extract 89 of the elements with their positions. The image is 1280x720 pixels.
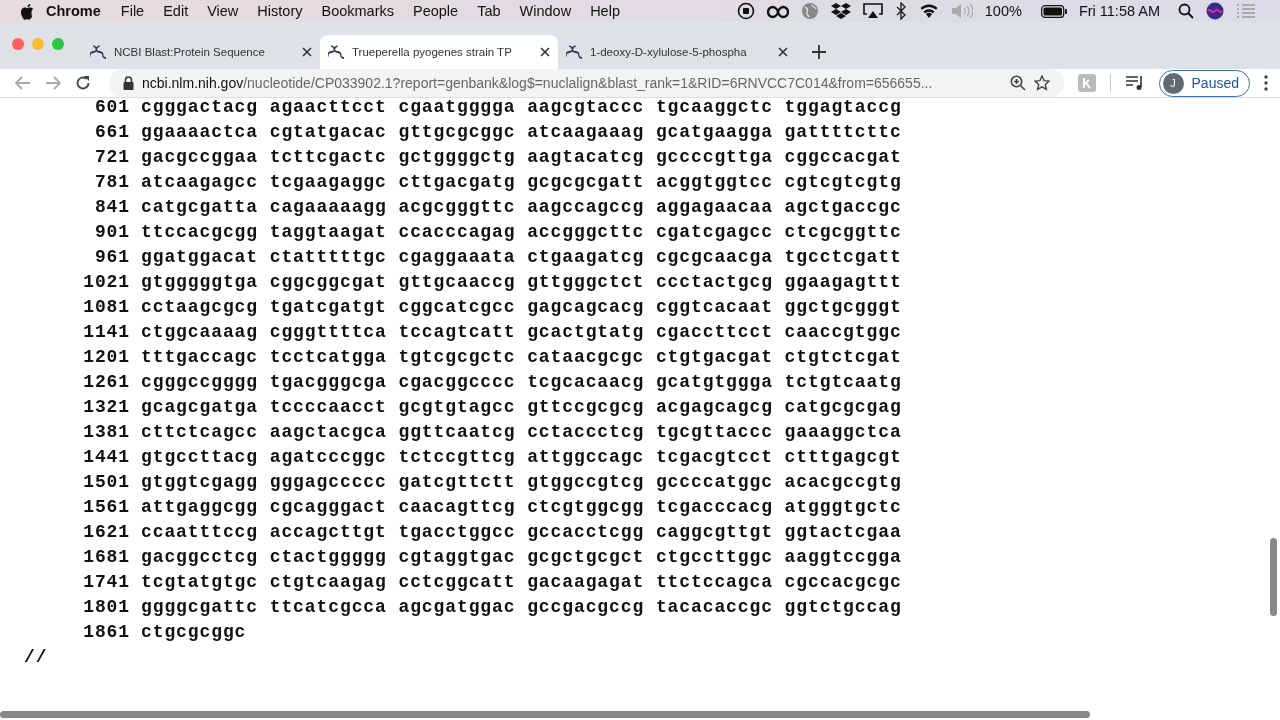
reload-icon[interactable]	[75, 75, 91, 91]
sequence-text: ggatggacat ctatttttgc cgaggaaata ctgaagatcg cgcgcaacga tgcctcgatt	[141, 246, 902, 267]
menu-item[interactable]: Help	[590, 3, 620, 19]
tab-title: Trueperella pyogenes strain TP	[352, 46, 513, 58]
app-menu[interactable]: Chrome	[46, 3, 101, 19]
position-number: 1081	[82, 296, 130, 317]
position-number: 1681	[82, 546, 130, 567]
battery-icon[interactable]	[1040, 4, 1067, 18]
position-number: 1261	[82, 371, 130, 392]
clock[interactable]: Fri 11:58 AM	[1078, 3, 1160, 19]
sequence-text: cttctcagcc aagctacgca ggttcaatcg cctaccctcg tgcgttaccc gaaaggctca	[141, 421, 902, 442]
sequence-text: cctaagcgcg tgatcgatgt cggcatcgcc gagcagcacg cggtcacaat ggctgcgggt	[141, 296, 902, 317]
airplay-icon[interactable]	[862, 3, 883, 19]
search-icon[interactable]	[1178, 3, 1194, 19]
lock-icon	[123, 76, 134, 90]
sequence-text: ggggcgattc ttcatcgcca agcgatggac gccgacgccg tacacaccgc ggtctgccag	[141, 596, 902, 617]
apple-icon[interactable]	[20, 2, 34, 20]
position-number: 1801	[82, 596, 130, 617]
menu-item[interactable]: Edit	[163, 3, 189, 19]
battery-percent: 100%	[984, 3, 1022, 19]
menu-item[interactable]: View	[207, 3, 239, 19]
zoom-icon[interactable]	[1009, 75, 1026, 91]
position-number: 1501	[82, 471, 130, 492]
position-number: 661	[93, 121, 130, 142]
sequence-text: gcagcgatga tccccaacct gcgtgtagcc gttccgcgcg acgagcagcg catgcgcgag	[141, 396, 902, 417]
position-number: 841	[93, 196, 130, 217]
menu-icon[interactable]	[1264, 75, 1268, 91]
position-number: 1741	[82, 571, 130, 592]
playlist-icon[interactable]	[1124, 75, 1145, 91]
stop-icon[interactable]	[736, 2, 755, 20]
sequence-text: gtgggggtga cggcggcgat gttgcaaccg gttgggctct ccctactgcg ggaagagttt	[141, 271, 902, 292]
browser-tab[interactable]: 1-deoxy-D-xylulose-5-phospha	[558, 35, 796, 69]
browser-tab[interactable]: Trueperella pyogenes strain TP	[320, 35, 558, 69]
avatar: J	[1162, 72, 1184, 94]
siri-icon[interactable]	[1206, 2, 1224, 20]
sequence-text: ggaaaactca cgtatgacac gttgcgcggc atcaagaaag gcatgaagga gattttcttc	[141, 121, 902, 142]
star-icon[interactable]	[1033, 75, 1050, 91]
menu-item[interactable]: People	[413, 3, 459, 19]
close-icon[interactable]	[302, 47, 312, 57]
browser-tab[interactable]: NCBI Blast:Protein Sequence	[82, 35, 320, 69]
position-number: 1321	[82, 396, 130, 417]
sequence-text: ctgcgcggc	[141, 621, 247, 642]
bluetooth-icon[interactable]	[894, 2, 907, 20]
new-tab-icon[interactable]	[812, 45, 826, 59]
position-number: 1381	[82, 421, 130, 442]
url-text: ncbi.nlm.nih.gov/nucleotide/CP033902.1?report=genbank&log$=nuclalign&blast_rank=1&RID=6RNVCC7C014&from=656655...	[142, 75, 934, 91]
sequence-text: gtggtcgagg gggagccccc gatcgttctt gtggccgtcg gccccatggc acacgccgtg	[141, 471, 902, 492]
globe-icon[interactable]	[800, 2, 819, 20]
menu-item[interactable]: Tab	[477, 3, 501, 19]
position-number: 961	[93, 246, 130, 267]
sequence-text: cgggccgggg tgacgggcga cgacggcccc tcgcacaacg gcatgtggga tctgtcaatg	[141, 371, 902, 392]
sequence-text: gacgccggaa tcttcgactc gctggggctg aagtacatcg gccccgttga cggccacgat	[141, 146, 902, 167]
position-number: 901	[93, 221, 130, 242]
end-marker: //	[24, 645, 48, 669]
position-number: 1621	[82, 521, 130, 542]
position-number: 781	[93, 171, 130, 192]
sequence-text: ccaatttccg accagcttgt tgacctggcc gccacctcgg caggcgttgt ggtactcgaa	[141, 521, 902, 542]
sequence-text: atcaagagcc tcgaagaggc cttgacgatg gcgcgcgatt acggtggtcc cgtcgtcgtg	[141, 171, 902, 192]
sequence-text: attgaggcgg cgcagggact caacagttcg ctcgtggcgg tcgacccacg atgggtgctc	[141, 496, 902, 517]
tab-title: NCBI Blast:Protein Sequence	[114, 46, 266, 58]
sequence-text: catgcgatta cagaaaaagg acgcgggttc aagccagccg aggagaacaa agctgaccgc	[141, 196, 902, 217]
wifi-icon[interactable]	[918, 3, 939, 19]
sequence-text: tcgtatgtgc ctgtcaagag cctcggcatt gacaagagat ttctccagca cgccacgcgc	[141, 571, 902, 592]
position-number: 1021	[82, 271, 130, 292]
scroll-thumb[interactable]	[1270, 538, 1277, 616]
menu-item[interactable]: Window	[519, 3, 572, 19]
sequence-text: tttgaccagc tcctcatgga tgtcgcgctc cataacgcgc ctgtgacgat ctgtctcgat	[141, 346, 902, 367]
position-number: 1141	[82, 321, 130, 342]
tab-title: 1-deoxy-D-xylulose-5-phospha	[590, 46, 748, 58]
cloud-icon[interactable]	[766, 3, 789, 19]
address-bar[interactable]: ncbi.nlm.nih.gov/nucleotide/CP033902.1?report=genbank&log$=nuclalign&blast_rank=1&RID=6RNVCC7C014&from=656655...	[109, 69, 1064, 97]
close-icon[interactable]	[540, 47, 550, 57]
close-icon[interactable]	[778, 47, 788, 57]
sequence-text: gtgccttacg agatcccggc tctccgttcg attggccagc tcgacgtcct ctttgagcgt	[141, 446, 902, 467]
sequence-text: cgggactacg agaacttcct cgaatgggga aagcgtaccc tgcaaggctc tggagtaccg	[141, 98, 902, 117]
horizontal-scrollbar[interactable]	[0, 711, 1090, 718]
menu-item[interactable]: History	[257, 3, 303, 19]
position-number: 1861	[82, 621, 130, 642]
box-icon[interactable]	[830, 2, 851, 20]
position-number: 1561	[82, 496, 130, 517]
position-number: 601	[93, 98, 130, 117]
position-number: 1441	[82, 446, 130, 467]
menu-item[interactable]: File	[120, 3, 145, 19]
sequence-text: gacggcctcg ctactggggg cgtaggtgac gcgctgcgct ctgccttggc aaggtccgga	[141, 546, 902, 567]
sequence-text: ttccacgcgg taggtaagat ccacccagag accgggcttc cgatcgagcc ctcgcggttc	[141, 221, 902, 242]
position-number: 1201	[82, 346, 130, 367]
sequence-text: ctggcaaaag cgggttttca tccagtcatt gcactgtatg cgaccttcct caaccgtggc	[141, 321, 902, 342]
position-number: 721	[93, 146, 130, 167]
menu-item[interactable]: Bookmarks	[321, 3, 394, 19]
